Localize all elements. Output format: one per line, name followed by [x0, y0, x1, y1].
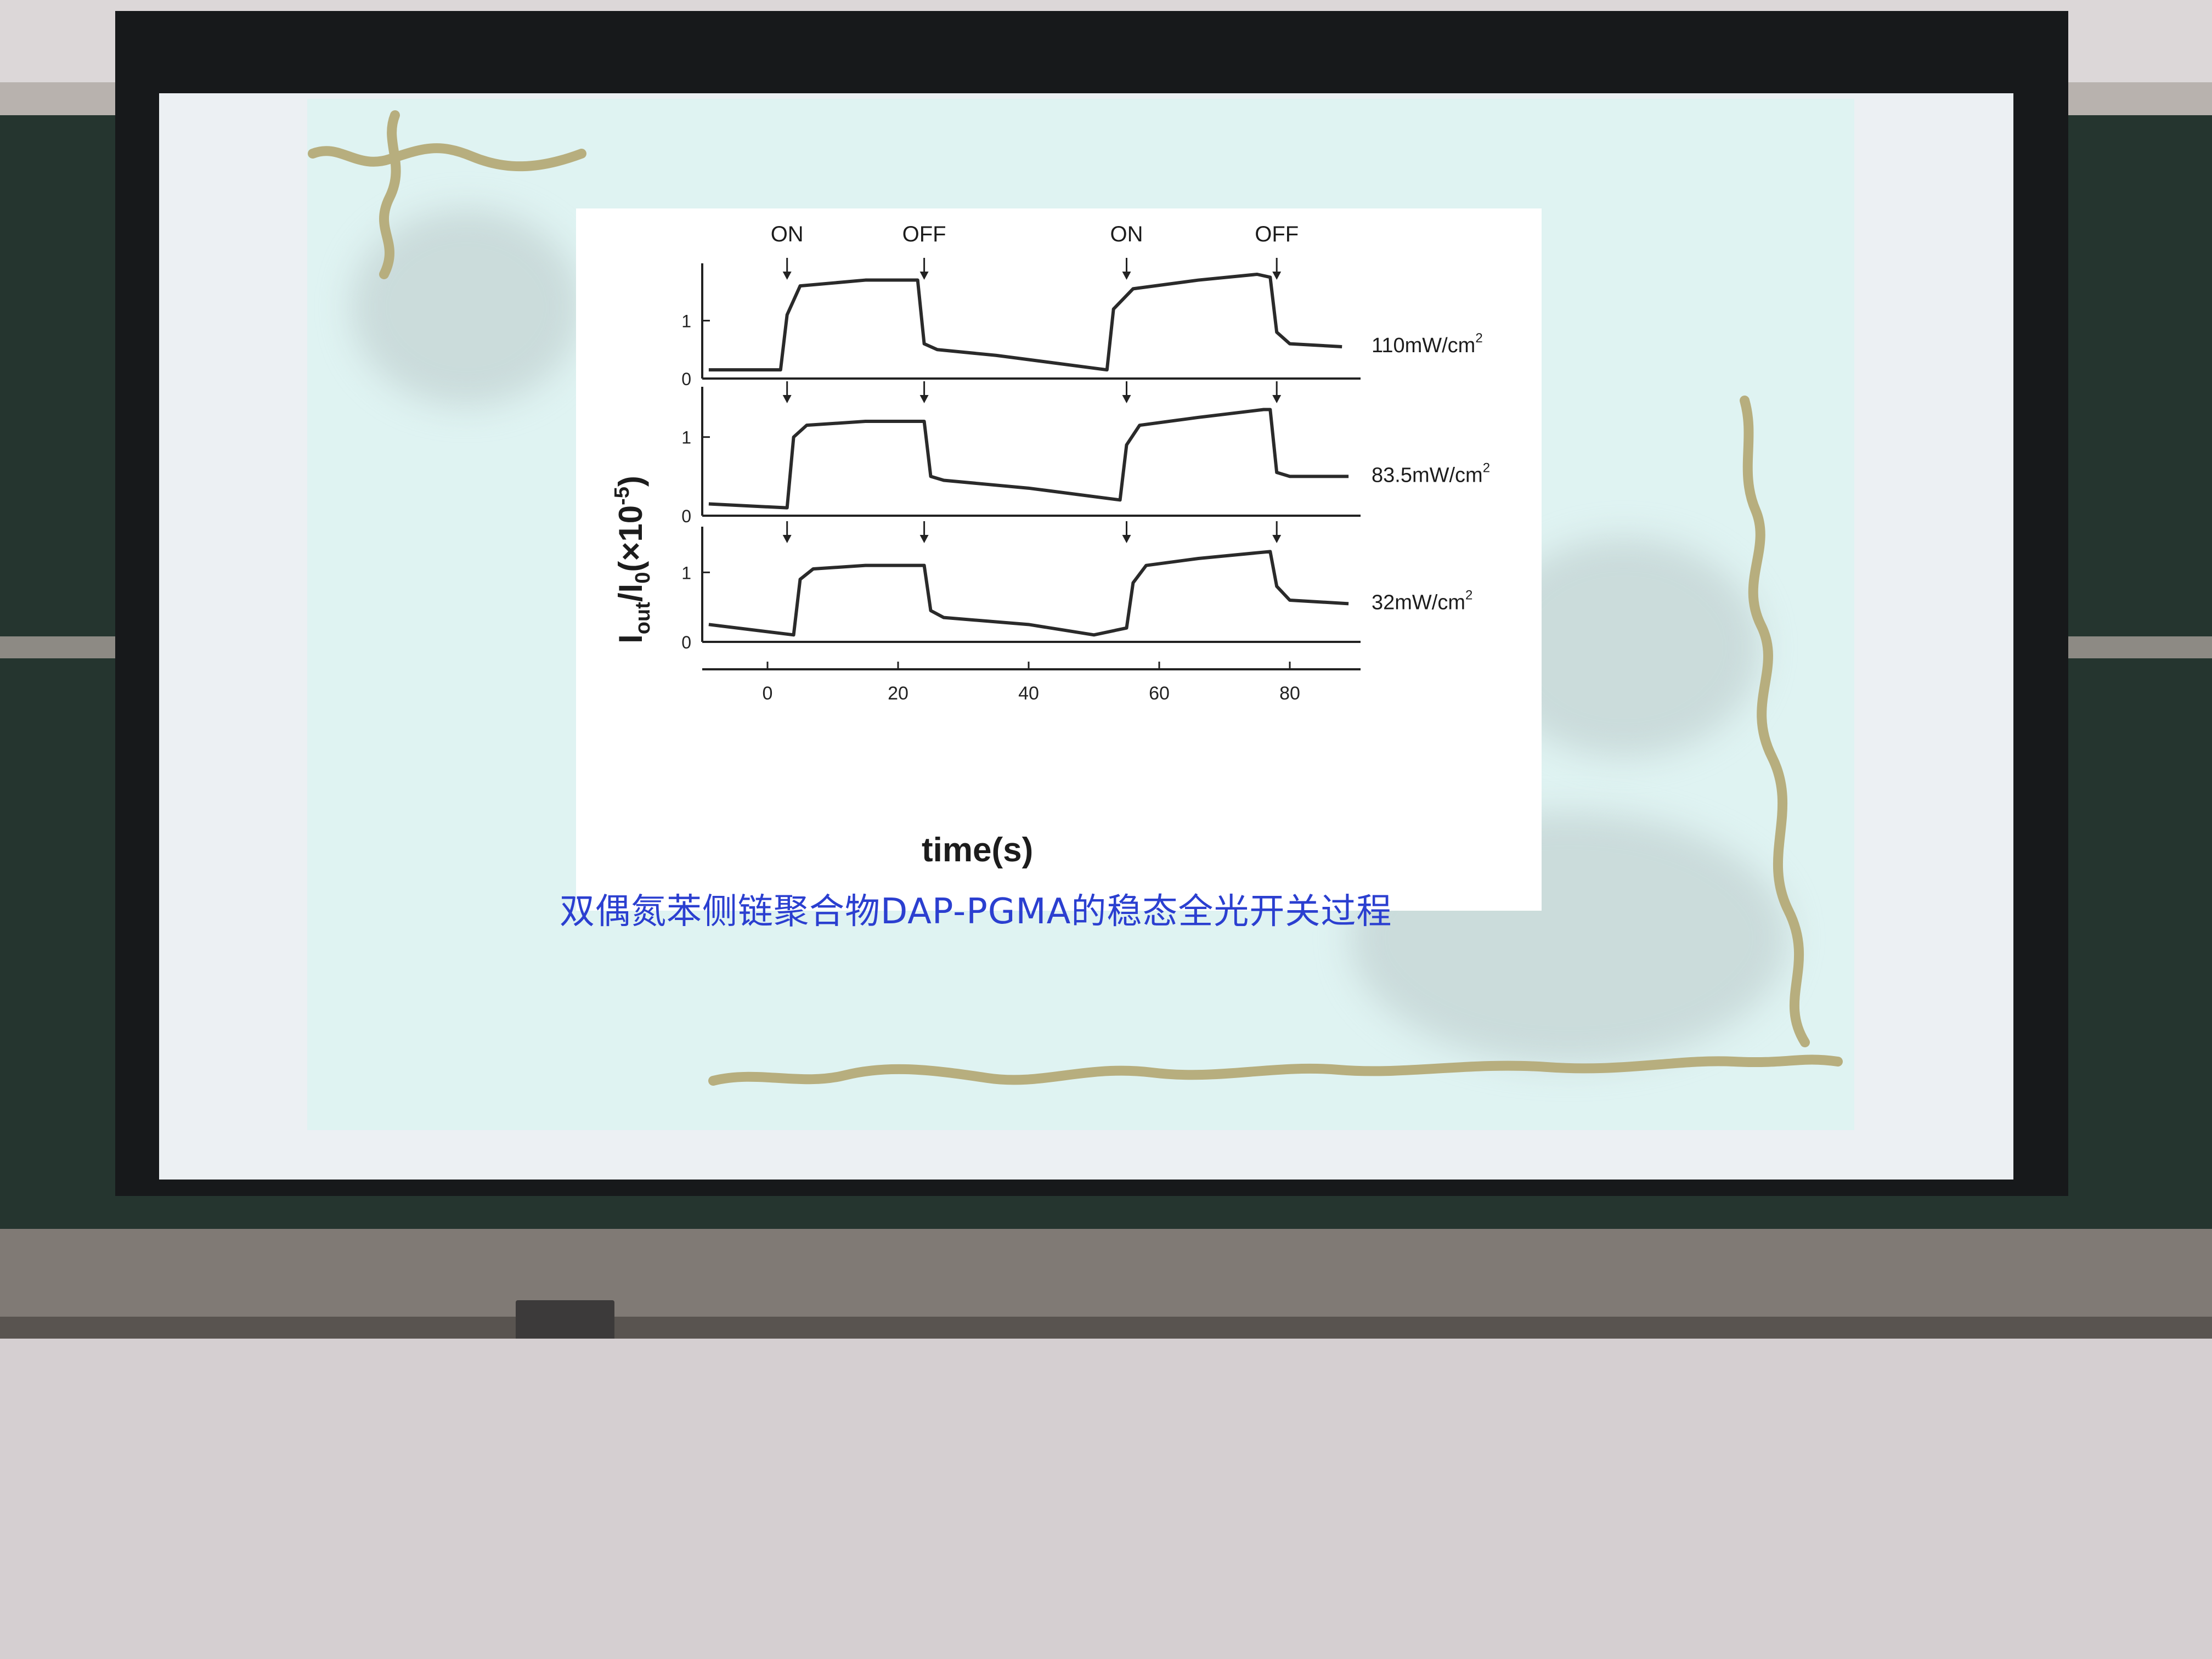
- annotation-on-2: ON: [1110, 222, 1143, 246]
- panel-3-y-tick-label: 0: [681, 633, 691, 652]
- x-tick-label: 0: [763, 683, 773, 704]
- chalkboard-bottom-frame: [0, 1229, 2212, 1317]
- figure-area: 0 1 110mW/cm2 0 1 83.5mW/cm2 0 1 32mW/cm2 0 20 40 6…: [576, 208, 1542, 911]
- panel-3-series-label-exponent: 2: [1465, 588, 1472, 602]
- x-tick-label: 60: [1149, 683, 1170, 704]
- panel-1-series-label: 110mW/cm2: [1372, 331, 1483, 357]
- panel-3-y-tick-label: 1: [681, 563, 691, 583]
- x-tick-label: 40: [1018, 683, 1039, 704]
- figure-background: [576, 208, 1542, 911]
- x-tick-label: 80: [1279, 683, 1300, 704]
- panel-1-y-tick-label: 1: [681, 311, 691, 331]
- panel-1-series-label-exponent: 2: [1475, 331, 1482, 346]
- slide-caption: 双偶氮苯侧链聚合物DAP-PGMA的稳态全光开关过程: [560, 891, 1392, 932]
- annotation-on-1: ON: [771, 222, 804, 246]
- annotation-off-2: OFF: [1255, 222, 1299, 246]
- y-label-exp: -5: [611, 487, 634, 505]
- annotation-off-1: OFF: [902, 222, 946, 246]
- presentation-slide: 0 1 110mW/cm2 0 1 83.5mW/cm2 0 1 32mW/cm2 0 20 40 6…: [307, 99, 1854, 1130]
- y-label-mult: (×10: [612, 505, 649, 572]
- y-label-sub-out: out: [631, 602, 654, 634]
- y-label-slash: /I: [612, 584, 649, 602]
- panel-3-series-label: 32mW/cm2: [1372, 588, 1472, 614]
- board-eraser: [516, 1300, 614, 1344]
- switching-chart: 01110mW/cm20183.5mW/cm20132mW/cm2 0 20 40 6…: [576, 208, 1542, 911]
- panel-2-series-label: 83.5mW/cm2: [1372, 460, 1490, 487]
- panel-2-y-tick-label: 1: [681, 428, 691, 448]
- panel-2-series-label-exponent: 2: [1483, 460, 1490, 475]
- x-axis-label: time(s): [922, 831, 1033, 869]
- y-label-sub-zero: 0: [631, 572, 654, 584]
- panel-2-y-tick-label: 0: [681, 506, 691, 526]
- lower-wall: [0, 1339, 2212, 1659]
- y-label-main: I: [612, 634, 649, 644]
- chalk-ledge: [0, 1317, 2212, 1339]
- panel-1-y-tick-label: 0: [681, 369, 691, 389]
- y-label-close: ): [612, 476, 649, 487]
- x-tick-label: 20: [888, 683, 909, 704]
